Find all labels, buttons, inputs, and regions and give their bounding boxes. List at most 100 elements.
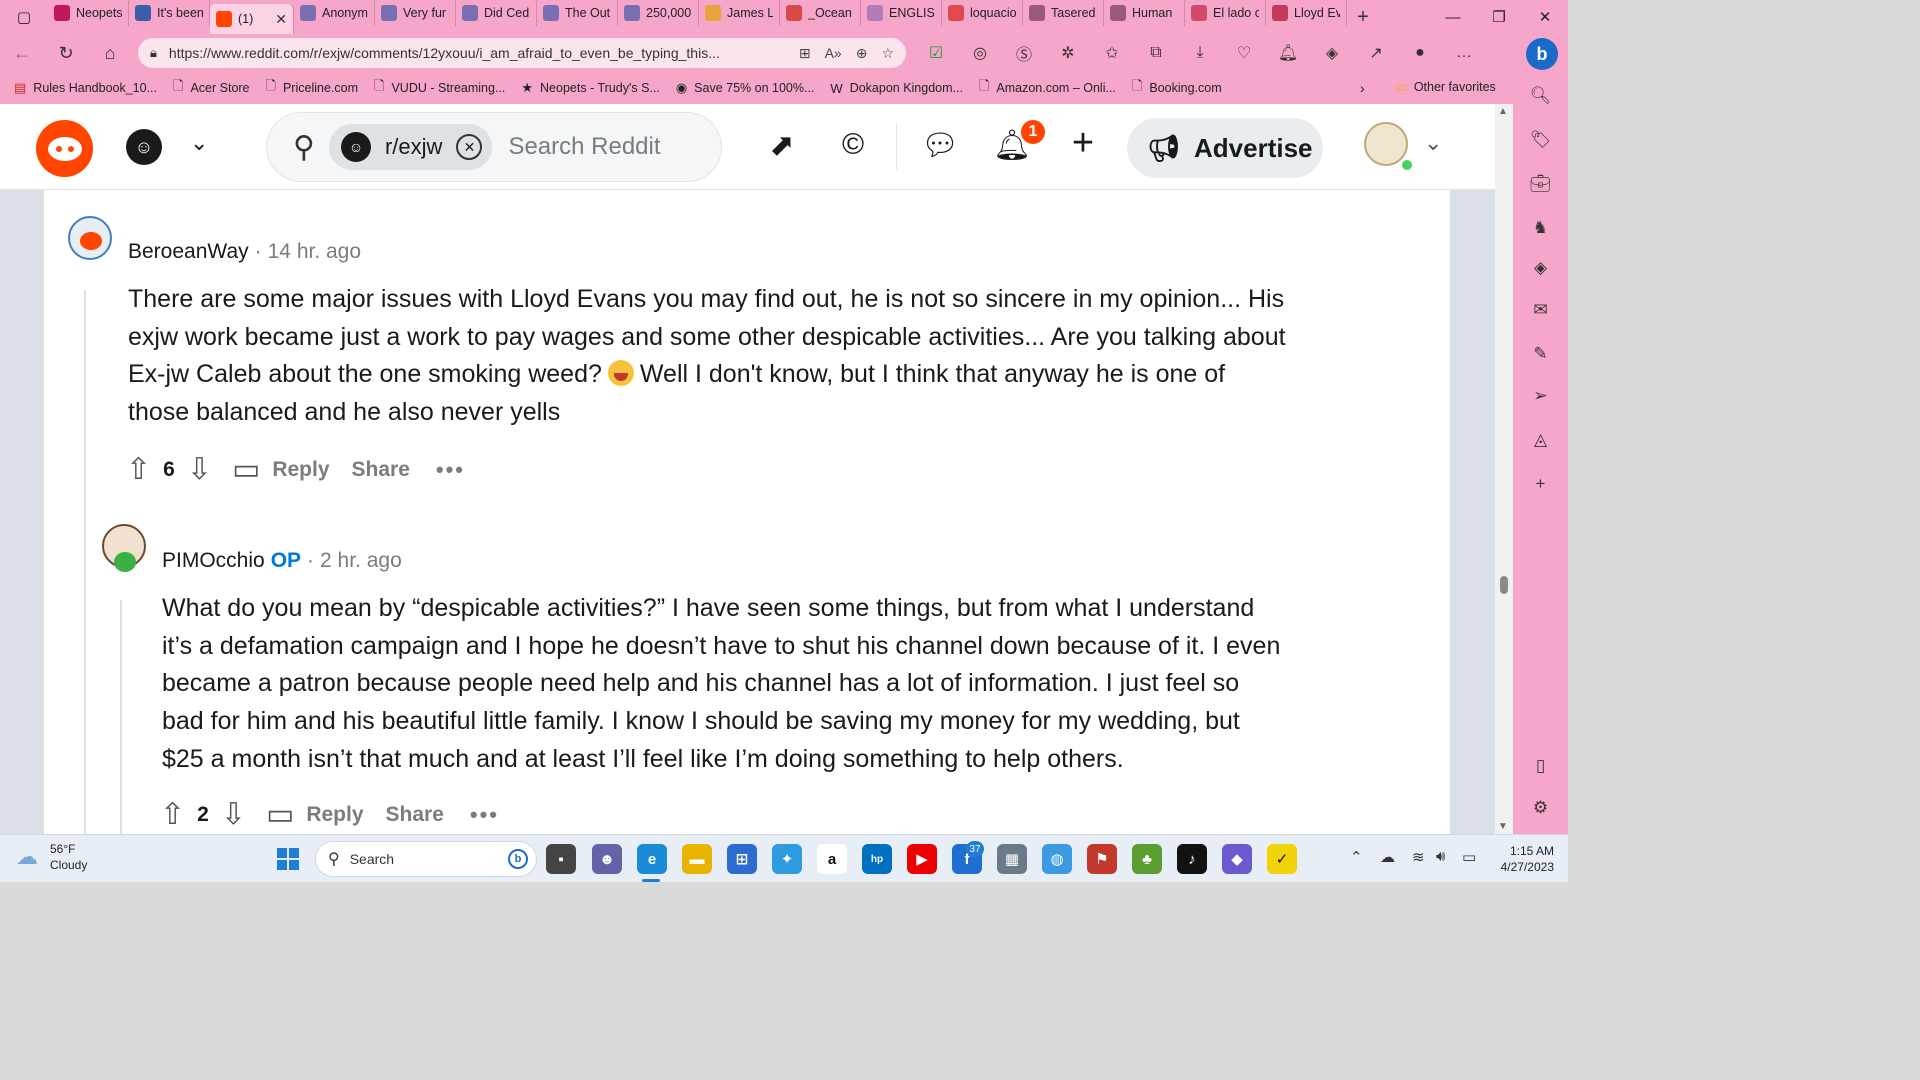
tiktok-icon[interactable]: ♪ bbox=[1177, 844, 1207, 874]
extensions-icon[interactable]: ✲ bbox=[1046, 43, 1090, 63]
amazon-icon[interactable]: a bbox=[817, 844, 847, 874]
copilot-icon[interactable]: ◆ bbox=[1222, 844, 1252, 874]
browser-tab[interactable]: ENGLISH bbox=[861, 0, 942, 26]
chat-icon[interactable]: 💬︎ bbox=[920, 128, 960, 163]
community-avatar-icon[interactable]: ☺ bbox=[126, 129, 162, 165]
commenter-avatar[interactable] bbox=[94, 516, 150, 578]
comment-bubble-icon[interactable]: ▭ bbox=[232, 452, 260, 487]
user-avatar[interactable] bbox=[1364, 114, 1414, 174]
volume-icon[interactable]: 🔊︎ bbox=[1436, 848, 1445, 865]
reply-button[interactable]: Reply bbox=[272, 458, 329, 482]
comment-timestamp[interactable]: 2 hr. ago bbox=[320, 549, 402, 572]
shopping-tag-icon[interactable]: 🏷︎ bbox=[1513, 130, 1568, 150]
browser-tab[interactable]: The Out bbox=[537, 0, 618, 26]
new-tab-button[interactable]: + bbox=[1347, 6, 1379, 29]
bing-chat-icon[interactable]: b bbox=[1526, 38, 1558, 70]
browser-tab[interactable]: Tasered bbox=[1023, 0, 1104, 26]
downvote-icon[interactable]: ⇩ bbox=[221, 797, 246, 832]
edge-icon[interactable]: e bbox=[637, 844, 667, 874]
close-window-icon[interactable]: ✕ bbox=[1522, 0, 1568, 34]
more-options-icon[interactable]: ••• bbox=[470, 802, 499, 828]
create-post-icon[interactable]: + bbox=[1063, 122, 1103, 165]
game-character-icon[interactable]: ♣ bbox=[1132, 844, 1162, 874]
search-bar[interactable]: ⚲ ☺ r/exjw ✕ Search Reddit bbox=[266, 112, 722, 182]
minimize-icon[interactable]: — bbox=[1430, 0, 1476, 34]
reply-button[interactable]: Reply bbox=[306, 803, 363, 827]
more-options-icon[interactable]: ••• bbox=[436, 457, 465, 483]
favorite-item[interactable]: W Dokapon Kingdom... bbox=[830, 81, 963, 96]
url-text[interactable]: https://www.reddit.com/r/exjw/comments/1… bbox=[169, 45, 785, 61]
tab-actions-icon[interactable]: ▢ bbox=[0, 0, 48, 34]
user-menu-chevron-icon[interactable]: ⌄ bbox=[1424, 130, 1442, 156]
favorite-item[interactable]: 🗋︎ Booking.com bbox=[1132, 77, 1222, 99]
hide-sidebar-icon[interactable]: ▯ bbox=[1513, 756, 1568, 776]
favorite-item[interactable]: ◉ Save 75% on 100%... bbox=[676, 80, 815, 96]
taskbar-search[interactable]: ⚲ Search b bbox=[315, 841, 537, 877]
page-scrollbar[interactable]: ▲ ▼ bbox=[1495, 104, 1513, 834]
favorite-item[interactable]: 🗋︎ Amazon.com – Onli... bbox=[979, 77, 1116, 99]
game-flag-icon[interactable]: ⚑ bbox=[1087, 844, 1117, 874]
reddit-logo-icon[interactable] bbox=[36, 120, 93, 177]
browser-tab[interactable]: Very fur bbox=[375, 0, 456, 26]
microsoft-store-icon[interactable]: ⊞ bbox=[727, 844, 757, 874]
chevron-down-icon[interactable]: ⌄ bbox=[190, 130, 208, 156]
browser-tab[interactable]: Did Ced bbox=[456, 0, 537, 26]
favorite-item[interactable]: 🗋︎ Acer Store bbox=[173, 77, 250, 99]
show-hidden-icons-icon[interactable]: ⌃ bbox=[1350, 848, 1363, 866]
home-icon[interactable]: ⌂ bbox=[88, 43, 132, 64]
battery-icon[interactable]: ▭ bbox=[1462, 848, 1476, 866]
wifi-icon[interactable]: ≋ bbox=[1412, 848, 1425, 866]
browser-tab[interactable]: 250,000 bbox=[618, 0, 699, 26]
close-tab-icon[interactable]: ✕ bbox=[275, 11, 287, 28]
file-explorer-icon[interactable]: ▬ bbox=[682, 844, 712, 874]
popular-arrow-icon[interactable]: ⬈ bbox=[762, 128, 802, 163]
send-icon[interactable]: ➢ bbox=[1513, 386, 1568, 406]
browser-tab[interactable]: loquacio bbox=[942, 0, 1023, 26]
favorite-item[interactable]: 🗋︎ Priceline.com bbox=[266, 77, 358, 99]
weather-widget[interactable]: ☁ 56°F Cloudy bbox=[16, 841, 87, 873]
community-chip[interactable]: ☺ r/exjw ✕ bbox=[328, 124, 493, 170]
clear-community-icon[interactable]: ✕ bbox=[456, 134, 483, 160]
norton-icon[interactable]: ✓ bbox=[1267, 844, 1297, 874]
clock[interactable]: 1:15 AM 4/27/2023 bbox=[1490, 843, 1554, 875]
advertise-button[interactable]: 📢︎ Advertise bbox=[1127, 118, 1323, 178]
upvote-icon[interactable]: ⇧ bbox=[160, 797, 185, 832]
lock-icon[interactable]: 🔒︎ bbox=[150, 45, 157, 61]
office-icon[interactable]: ◈ bbox=[1513, 258, 1568, 278]
calculator-icon[interactable]: ▦ bbox=[997, 844, 1027, 874]
thread-line[interactable] bbox=[120, 600, 122, 834]
coins-icon[interactable]: © bbox=[833, 128, 873, 162]
restore-icon[interactable]: ❐ bbox=[1476, 0, 1522, 34]
favorite-item[interactable]: ▤ Rules Handbook_10... bbox=[14, 80, 157, 96]
onedrive-icon[interactable]: ☁ bbox=[1380, 848, 1395, 866]
browser-tab[interactable]: Neopets bbox=[48, 0, 129, 26]
browser-tab[interactable]: (1) ✕ bbox=[210, 4, 294, 34]
favorites-icon[interactable]: ✩ bbox=[1090, 43, 1134, 63]
browser-tab[interactable]: It's been bbox=[129, 0, 210, 26]
vpn-extension-icon[interactable]: ◎ bbox=[958, 43, 1002, 63]
downloads-icon[interactable]: ⤓ bbox=[1178, 44, 1222, 62]
maps-icon[interactable]: ◍ bbox=[1042, 844, 1072, 874]
commenter-avatar[interactable] bbox=[60, 208, 116, 270]
collections-icon[interactable]: ⧉ bbox=[1134, 44, 1178, 62]
search-input[interactable]: Search Reddit bbox=[508, 133, 660, 161]
sidebar-settings-icon[interactable]: ⚙︎ bbox=[1513, 798, 1568, 818]
comment-author[interactable]: BeroeanWay bbox=[128, 240, 249, 263]
scroll-up-icon[interactable]: ▲ bbox=[1498, 106, 1508, 117]
comment-author[interactable]: PIMOcchio bbox=[162, 549, 265, 572]
task-view-icon[interactable]: ▪ bbox=[546, 844, 576, 874]
games-icon[interactable]: ♞ bbox=[1513, 218, 1568, 238]
browser-tab[interactable]: Lloyd Ev bbox=[1266, 0, 1347, 26]
designer-icon[interactable]: ✎ bbox=[1513, 344, 1568, 364]
browser-tab[interactable]: Anonym bbox=[294, 0, 375, 26]
favorite-item[interactable]: ★ Neopets - Trudy's S... bbox=[521, 80, 659, 96]
settings-more-icon[interactable]: … bbox=[1442, 44, 1486, 62]
performance-icon[interactable]: ◈ bbox=[1310, 43, 1354, 63]
myhp-icon[interactable]: hp bbox=[862, 844, 892, 874]
share-button[interactable]: Share bbox=[386, 803, 444, 827]
photos-icon[interactable]: ✦ bbox=[772, 844, 802, 874]
notifications-icon[interactable]: 🔔︎ bbox=[1266, 43, 1310, 63]
search-sidebar-icon[interactable]: 🔍︎ bbox=[1513, 86, 1568, 106]
favorites-overflow-icon[interactable]: › bbox=[1360, 80, 1365, 96]
drop-icon[interactable]: ◬ bbox=[1513, 430, 1568, 450]
